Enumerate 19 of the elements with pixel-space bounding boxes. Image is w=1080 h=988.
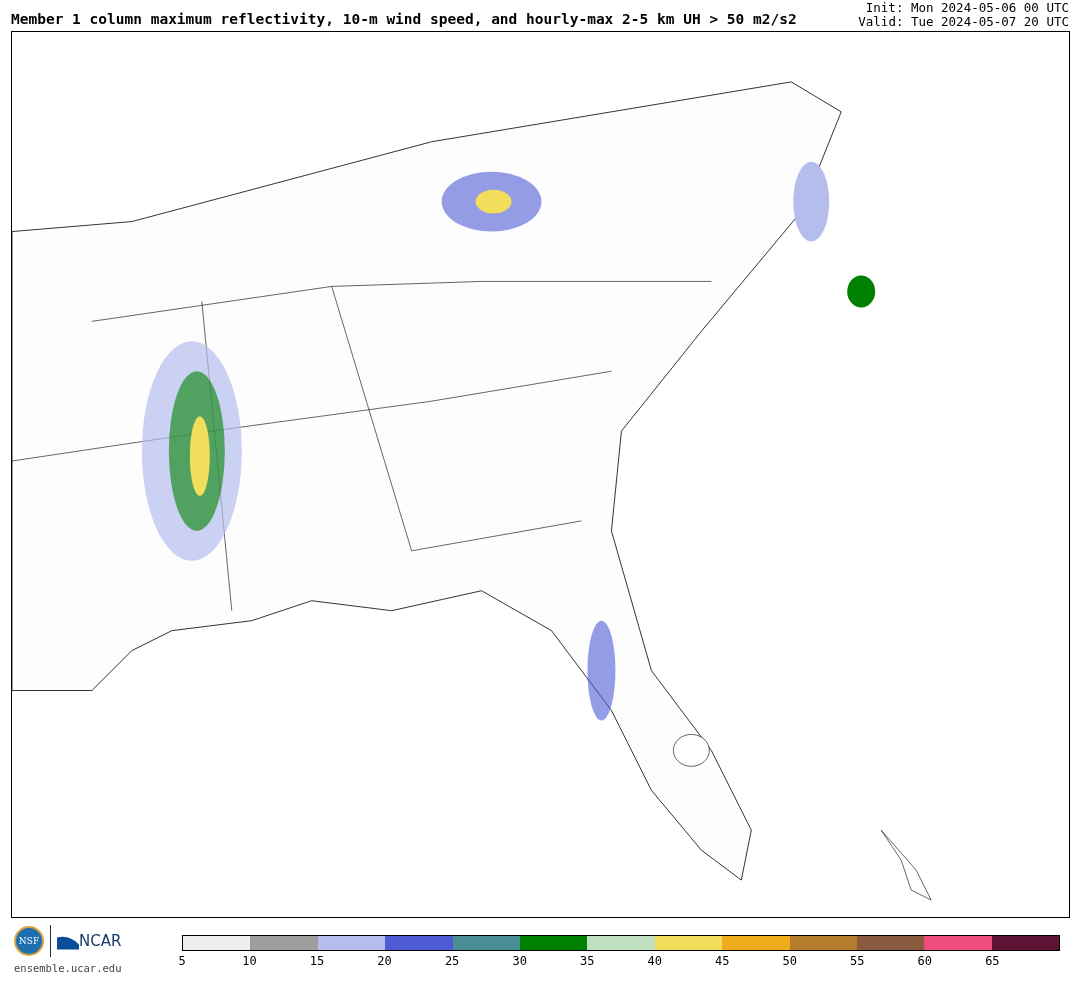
tick-label: 25 [444,954,460,968]
tick-label: 55 [850,954,865,968]
tick-label: 30 [512,954,527,968]
tick-label: 65 [985,954,1000,968]
tick-label: 50 [782,954,797,968]
tick-label: 40 [647,954,662,968]
nsf-logo: NSF [14,926,44,956]
website-url: ensemble.ucar.edu [14,962,122,974]
chart-title: Member 1 column maximum reflectivity, 10-m wind speed, and hourly-max 2-5 km UH > 50 m2/s2 [11,11,797,29]
tick-label: 45 [715,954,730,968]
tick-label: 5 [178,954,186,968]
ncar-logo: NCAR [79,932,122,950]
init-time: Init: Mon 2024-05-06 00 UTC [865,1,1069,15]
valid-time: Valid: Tue 2024-05-07 20 UTC [858,15,1069,29]
tick-label: 10 [242,954,257,968]
tick-label: 20 [377,954,392,968]
tick-label: 35 [579,954,595,968]
tick-label: 60 [917,954,933,968]
tick-label: 15 [309,954,325,968]
